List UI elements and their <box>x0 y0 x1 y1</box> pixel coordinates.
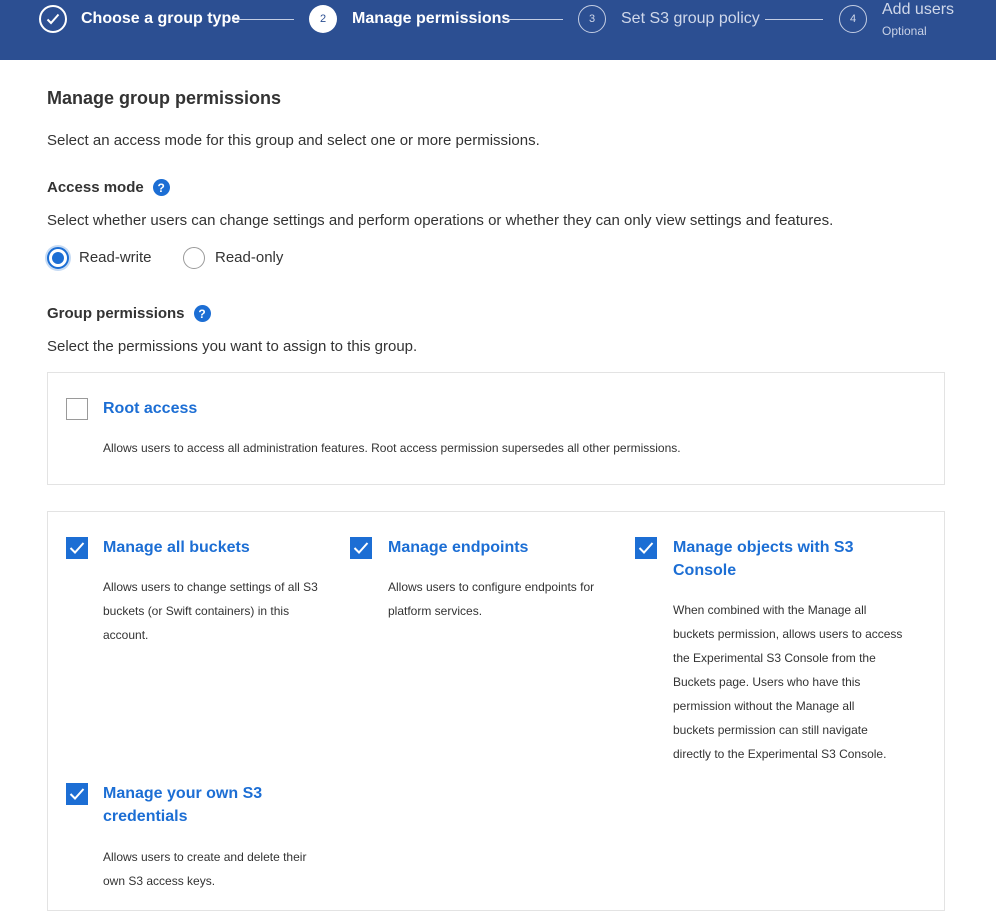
title-line: Manage your own S3 <box>103 785 263 802</box>
manage-own-s3-credentials-checkbox[interactable] <box>66 783 88 805</box>
desc-line: directly to the Experimental S3 Console. <box>673 747 887 761</box>
title-line: Console <box>673 562 737 579</box>
step-3-label[interactable]: Set S3 group policy <box>621 10 760 28</box>
title-line: credentials <box>103 808 188 825</box>
step-1-complete-icon[interactable] <box>39 5 67 33</box>
step-4-label[interactable]: Add users <box>882 1 954 19</box>
access-mode-label-text: Access mode <box>47 179 144 196</box>
title-line: Manage all buckets <box>103 539 250 556</box>
step-connector <box>232 19 294 20</box>
manage-endpoints-checkbox[interactable] <box>350 537 372 559</box>
access-mode-description: Select whether users can change settings… <box>47 212 834 229</box>
step-1-label[interactable]: Choose a group type <box>81 10 240 28</box>
desc-line: own S3 access keys. <box>103 874 216 888</box>
group-permissions-label: Group permissions ? <box>47 305 211 322</box>
permissions-panel: Manage all buckets Allows users to chang… <box>47 511 945 911</box>
step-3-number[interactable]: 3 <box>578 5 606 33</box>
desc-line: Allows users to create and delete their <box>103 850 307 864</box>
manage-all-buckets-description: Allows users to change settings of all S… <box>103 575 318 647</box>
desc-line: Allows users to change settings of all S… <box>103 580 318 594</box>
desc-line: permission without the Manage all <box>673 699 855 713</box>
read-write-radio[interactable] <box>47 247 69 269</box>
read-write-label[interactable]: Read-write <box>79 249 152 266</box>
root-access-description: Allows users to access all administratio… <box>103 441 681 455</box>
intro-text: Select an access mode for this group and… <box>47 132 540 149</box>
manage-all-buckets-checkbox[interactable] <box>66 537 88 559</box>
manage-own-s3-credentials-description: Allows users to create and delete their … <box>103 845 306 893</box>
manage-all-buckets-title[interactable]: Manage all buckets <box>103 536 250 559</box>
page-title: Manage group permissions <box>47 88 282 108</box>
step-2-number[interactable]: 2 <box>309 5 337 33</box>
desc-line: When combined with the Manage all <box>673 603 867 617</box>
group-permissions-label-text: Group permissions <box>47 305 185 322</box>
root-access-panel: Root access Allows users to access all a… <box>47 372 945 485</box>
wizard-stepper: Choose a group type 2 Manage permissions… <box>0 0 996 60</box>
group-permissions-description: Select the permissions you want to assig… <box>47 338 418 355</box>
access-mode-label: Access mode ? <box>47 179 170 196</box>
step-2-label[interactable]: Manage permissions <box>352 10 510 28</box>
manage-objects-s3-console-checkbox[interactable] <box>635 537 657 559</box>
question-circle-icon[interactable]: ? <box>152 179 170 196</box>
step-4-optional: Optional <box>882 24 927 38</box>
desc-line: the Experimental S3 Console from the <box>673 651 876 665</box>
title-line: Manage objects with S3 <box>673 539 854 556</box>
desc-line: buckets permission can still navigate <box>673 723 868 737</box>
desc-line: buckets (or Swift containers) in this <box>103 604 290 618</box>
title-line: Manage endpoints <box>388 539 529 556</box>
step-connector <box>765 19 823 20</box>
manage-endpoints-description: Allows users to configure endpoints for … <box>388 575 594 623</box>
manage-endpoints-title[interactable]: Manage endpoints <box>388 536 528 559</box>
desc-line: buckets permission, allows users to acce… <box>673 627 903 641</box>
read-only-radio[interactable] <box>183 247 205 269</box>
root-access-checkbox[interactable] <box>66 398 88 420</box>
manage-own-s3-credentials-title[interactable]: Manage your own S3 credentials <box>103 782 262 828</box>
desc-line: platform services. <box>388 604 483 618</box>
desc-line: Buckets page. Users who have this <box>673 675 861 689</box>
step-4-number[interactable]: 4 <box>839 5 867 33</box>
desc-line: Allows users to configure endpoints for <box>388 580 595 594</box>
root-access-title[interactable]: Root access <box>103 397 197 420</box>
read-only-label[interactable]: Read-only <box>215 249 283 266</box>
manage-objects-s3-console-description: When combined with the Manage all bucket… <box>673 598 902 766</box>
question-circle-icon[interactable]: ? <box>193 305 211 322</box>
manage-objects-s3-console-title[interactable]: Manage objects with S3 Console <box>673 536 853 582</box>
desc-line: account. <box>103 628 149 642</box>
step-connector <box>505 19 563 20</box>
